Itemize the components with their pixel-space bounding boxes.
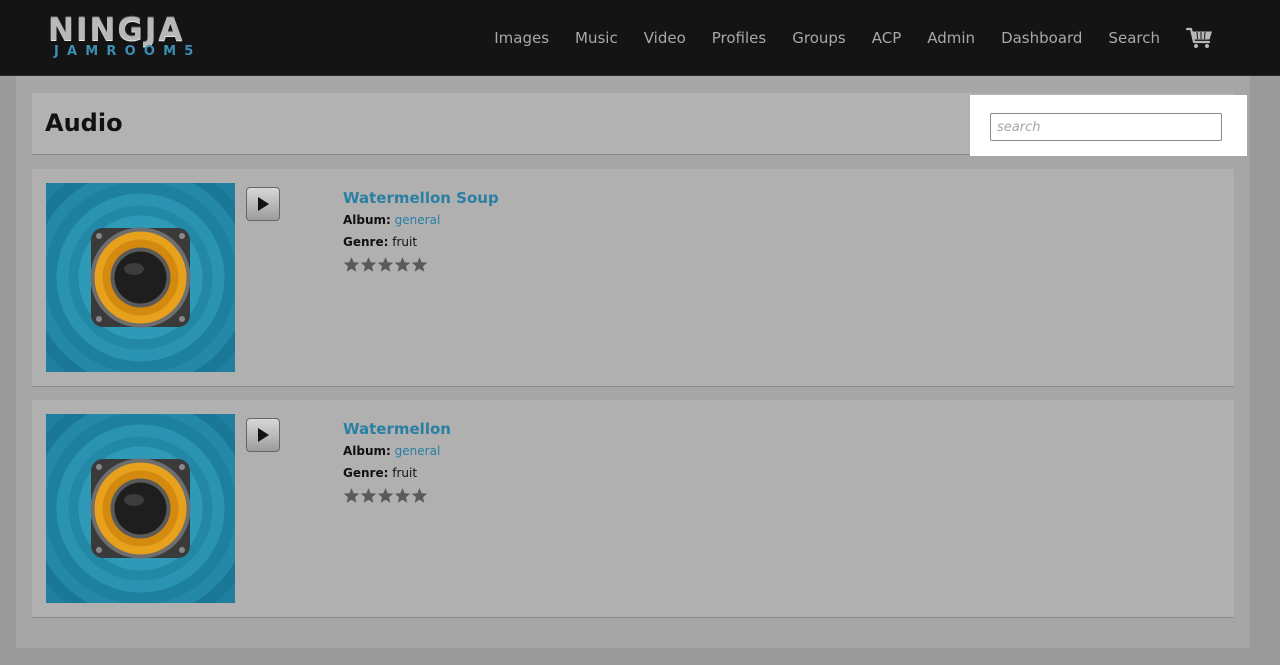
top-navbar: NINGJA JAMROOM5 Images Music Video Profi… — [0, 0, 1280, 76]
genre-line: Genre: fruit — [343, 462, 451, 484]
genre-label: Genre: — [343, 235, 389, 249]
genre-value: fruit — [392, 466, 418, 480]
star-rating — [343, 487, 451, 504]
nav-admin[interactable]: Admin — [927, 29, 975, 47]
logo-subtitle: JAMROOM5 — [54, 44, 202, 59]
song-title-link[interactable]: Watermellon Soup — [343, 187, 499, 209]
nav-acp[interactable]: ACP — [872, 29, 902, 47]
song-title-link[interactable]: Watermellon — [343, 418, 451, 440]
audio-info: Watermellon Album: general Genre: fruit — [343, 418, 451, 504]
nav-search[interactable]: Search — [1108, 29, 1160, 47]
album-label: Album: — [343, 444, 391, 458]
album-link[interactable]: general — [395, 444, 441, 458]
content-frame: Audio search Watermellon Soup Album: gen… — [16, 76, 1250, 648]
nav-music[interactable]: Music — [575, 29, 618, 47]
star-icon[interactable] — [343, 487, 360, 504]
star-icon[interactable] — [394, 487, 411, 504]
cart-icon[interactable] — [1186, 27, 1214, 49]
star-icon[interactable] — [360, 256, 377, 273]
star-icon[interactable] — [360, 487, 377, 504]
main-nav: Images Music Video Profiles Groups ACP A… — [468, 0, 1214, 76]
nav-groups[interactable]: Groups — [792, 29, 845, 47]
audio-item: Watermellon Album: general Genre: fruit — [32, 400, 1234, 618]
speaker-cover-image[interactable] — [46, 183, 235, 372]
audio-item: Watermellon Soup Album: general Genre: f… — [32, 169, 1234, 387]
logo-wordmark: NINGJA — [48, 12, 185, 48]
speaker-cover-image[interactable] — [46, 414, 235, 603]
play-button[interactable] — [246, 187, 280, 221]
star-icon[interactable] — [411, 487, 428, 504]
star-icon[interactable] — [377, 256, 394, 273]
nav-video[interactable]: Video — [644, 29, 686, 47]
genre-value: fruit — [392, 235, 418, 249]
star-rating — [343, 256, 499, 273]
album-link[interactable]: general — [395, 213, 441, 227]
audio-info: Watermellon Soup Album: general Genre: f… — [343, 187, 499, 273]
star-icon[interactable] — [343, 256, 360, 273]
nav-images[interactable]: Images — [494, 29, 549, 47]
genre-label: Genre: — [343, 466, 389, 480]
search-box — [970, 95, 1247, 156]
nav-profiles[interactable]: Profiles — [712, 29, 766, 47]
search-input[interactable] — [990, 113, 1222, 141]
play-icon — [258, 428, 269, 442]
star-icon[interactable] — [377, 487, 394, 504]
album-label: Album: — [343, 213, 391, 227]
album-line: Album: general — [343, 440, 451, 462]
star-icon[interactable] — [394, 256, 411, 273]
nav-dashboard[interactable]: Dashboard — [1001, 29, 1082, 47]
site-logo[interactable]: NINGJA JAMROOM5 — [48, 14, 228, 64]
page-title: Audio — [45, 109, 123, 137]
star-icon[interactable] — [411, 256, 428, 273]
album-line: Album: general — [343, 209, 499, 231]
play-icon — [258, 197, 269, 211]
genre-line: Genre: fruit — [343, 231, 499, 253]
play-button[interactable] — [246, 418, 280, 452]
